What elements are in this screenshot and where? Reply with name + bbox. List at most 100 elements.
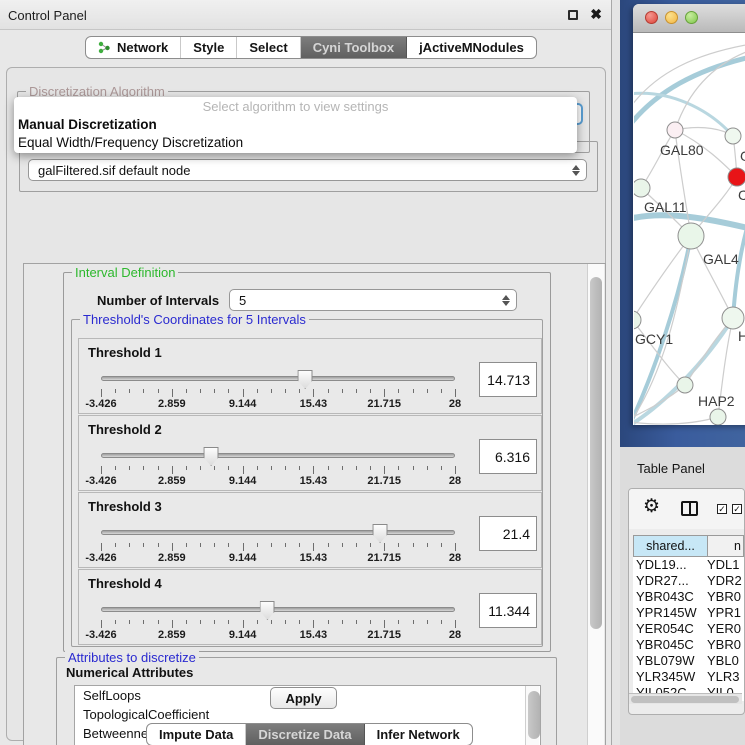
tab-cyni-toolbox[interactable]: Cyni Toolbox xyxy=(301,37,407,58)
list-scrollbar[interactable] xyxy=(525,686,539,745)
threshold-value-field[interactable]: 11.344 xyxy=(479,593,537,628)
numerical-attributes-label: Numerical Attributes xyxy=(66,665,193,680)
threshold-slider-track[interactable] xyxy=(101,453,455,458)
table-row[interactable]: YER054CYER0 xyxy=(633,621,744,637)
table-row[interactable]: YBL079WYBL0 xyxy=(633,653,744,669)
cyni-toolbox-panel: Discretization Algorithm Table Data galF… xyxy=(6,67,606,741)
top-tab-bar: Network Style Select Cyni Toolbox jActiveMNo… xyxy=(85,36,537,59)
GAL11-node[interactable] xyxy=(634,179,650,197)
threshold-slider-track[interactable] xyxy=(101,376,455,381)
table-row[interactable]: YDL19...YDL1 xyxy=(633,557,744,573)
dropdown-options: Manual DiscretizationEqual Width/Frequen… xyxy=(14,116,577,152)
tab-label: Impute Data xyxy=(159,727,233,742)
cell-shared-name: YER054C xyxy=(633,621,707,637)
table-row[interactable]: YBR045CYBR0 xyxy=(633,637,744,653)
settings-scroll-panel: Interval Definition Number of Intervals … xyxy=(23,263,606,745)
dropdown-option[interactable]: Equal Width/Frequency Discretization xyxy=(14,134,577,152)
settings-scrollbar-thumb[interactable] xyxy=(590,277,602,629)
network-canvas[interactable]: GAL80GACGAL11GAL4GCY1HHAP2 xyxy=(634,34,745,425)
close-icon[interactable]: ✖ xyxy=(590,6,602,23)
threshold-slider-thumb[interactable] xyxy=(204,447,219,466)
threshold-panel: Threshold 4-3.4262.8599.14415.4321.71528… xyxy=(78,569,542,645)
threshold-panel: Threshold 2-3.4262.8599.14415.4321.71528… xyxy=(78,415,542,491)
threshold-label: Threshold 4 xyxy=(88,576,162,591)
table-horizontal-scrollbar[interactable] xyxy=(629,693,742,704)
threshold-panel: Threshold 1-3.4262.8599.14415.4321.71528… xyxy=(78,338,542,414)
HAP2-node[interactable] xyxy=(677,377,693,393)
threshold-value-field[interactable]: 6.316 xyxy=(479,439,537,474)
tab-discretize-data[interactable]: Discretize Data xyxy=(246,724,364,745)
table-row[interactable]: YPR145WYPR1 xyxy=(633,605,744,621)
close-traffic-light-icon[interactable] xyxy=(645,11,658,24)
table-row[interactable]: YLR345WYLR3 xyxy=(633,669,744,685)
network-edge[interactable] xyxy=(634,417,718,424)
H-node[interactable] xyxy=(722,307,744,329)
slider-ticks xyxy=(101,389,455,398)
interval-definition-title: Interval Definition xyxy=(72,265,178,280)
GCY1-node[interactable] xyxy=(634,311,641,329)
combo-arrows-icon xyxy=(572,160,580,180)
gear-icon[interactable]: ⚙ xyxy=(643,495,660,518)
tab-style[interactable]: Style xyxy=(181,37,237,58)
number-of-intervals-label: Number of Intervals xyxy=(97,293,219,308)
settings-scrollbar[interactable] xyxy=(587,264,604,745)
tab-jactivemnodules[interactable]: jActiveMNodules xyxy=(407,37,536,58)
threshold-value-field[interactable]: 14.713 xyxy=(479,362,537,397)
control-panel-titlebar: Control Panel ✖ xyxy=(0,0,611,30)
tab-impute-data[interactable]: Impute Data xyxy=(147,724,246,745)
interval-definition-group: Interval Definition Number of Intervals … xyxy=(63,272,551,652)
network-window-titlebar xyxy=(633,4,745,33)
network-edge[interactable] xyxy=(691,236,733,318)
threshold-slider-track[interactable] xyxy=(101,607,455,612)
zoom-traffic-light-icon[interactable] xyxy=(685,11,698,24)
table-data-combobox[interactable]: galFiltered.sif default node xyxy=(28,159,587,181)
network-edge-thick[interactable] xyxy=(634,54,745,126)
slider-ticks xyxy=(101,620,455,629)
node-label-GA: GA xyxy=(740,148,745,164)
column-header-name[interactable]: n xyxy=(708,536,744,556)
tab-label: jActiveMNodules xyxy=(419,40,524,55)
network-edge[interactable] xyxy=(641,130,675,188)
table-data-value: galFiltered.sif default node xyxy=(38,163,190,178)
dropdown-option[interactable]: Manual Discretization xyxy=(14,116,577,134)
attributes-group-title: Attributes to discretize xyxy=(65,650,199,665)
bottom-node[interactable] xyxy=(710,409,726,425)
control-panel-window: Control Panel ✖ Network Style Select Cyni T… xyxy=(0,0,612,745)
node-label-GCY1: GCY1 xyxy=(635,331,673,347)
apply-button[interactable]: Apply xyxy=(270,687,337,709)
threshold-slider-thumb[interactable] xyxy=(260,601,275,620)
thresholds-group-title: Threshold's Coordinates for 5 Intervals xyxy=(80,312,309,327)
node-label-H: H xyxy=(738,328,745,344)
tab-label: Style xyxy=(193,40,224,55)
cell-name: YDL1 xyxy=(707,557,744,573)
column-header-shared-name[interactable]: shared... xyxy=(634,536,708,556)
table-row[interactable]: YBR043CYBR0 xyxy=(633,589,744,605)
tab-select[interactable]: Select xyxy=(237,37,300,58)
thresholds-group: Threshold's Coordinates for 5 Intervals … xyxy=(71,319,543,647)
slider-tick-labels: -3.4262.8599.14415.4321.71528 xyxy=(101,475,455,487)
top-right-node[interactable] xyxy=(725,128,741,144)
list-scrollbar-thumb[interactable] xyxy=(528,691,540,739)
threshold-slider-track[interactable] xyxy=(101,530,455,535)
GAL4-node[interactable] xyxy=(678,223,704,249)
columns-icon[interactable] xyxy=(681,501,698,516)
table-hscrollbar-thumb[interactable] xyxy=(631,696,739,703)
threshold-slider-thumb[interactable] xyxy=(298,370,313,389)
tab-network[interactable]: Network xyxy=(86,37,181,58)
minimize-traffic-light-icon[interactable] xyxy=(665,11,678,24)
tab-infer-network[interactable]: Infer Network xyxy=(365,724,472,745)
table-row[interactable]: YDR27...YDR2 xyxy=(633,573,744,589)
network-desktop-background: GAL80GACGAL11GAL4GCY1HHAP2 xyxy=(620,0,745,447)
checkbox-icon[interactable]: ✓ xyxy=(732,504,742,514)
GAL80-node[interactable] xyxy=(667,122,683,138)
red-node[interactable] xyxy=(728,168,745,186)
cell-name: YBR0 xyxy=(707,589,744,605)
checkbox-icon[interactable]: ✓ xyxy=(717,504,727,514)
number-of-intervals-combobox[interactable]: 5 xyxy=(229,289,517,311)
threshold-value-field[interactable]: 21.4 xyxy=(479,516,537,551)
slider-tick-labels: -3.4262.8599.14415.4321.71528 xyxy=(101,398,455,410)
float-window-icon[interactable] xyxy=(568,10,578,20)
tab-label: Select xyxy=(249,40,287,55)
tab-label: Cyni Toolbox xyxy=(313,40,394,55)
threshold-slider-thumb[interactable] xyxy=(373,524,388,543)
